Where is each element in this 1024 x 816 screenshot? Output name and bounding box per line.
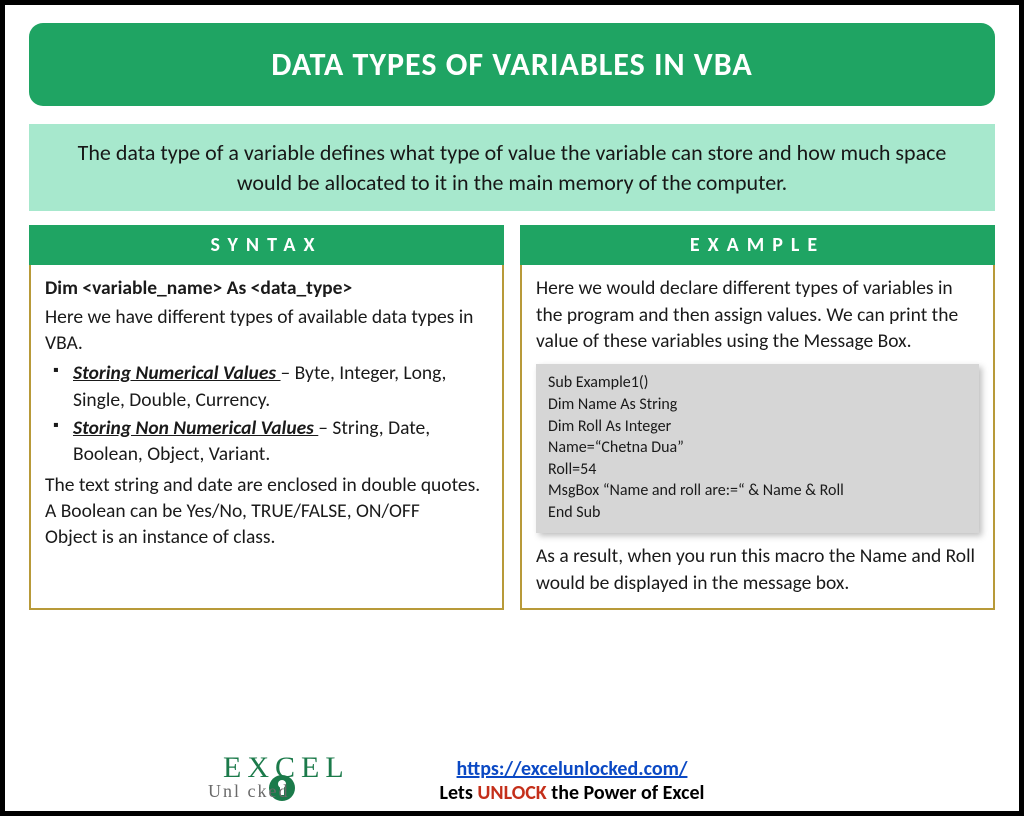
example-outro-text: As a result, when you run this macro the… — [536, 543, 979, 596]
code-line: Sub Example1() — [548, 372, 967, 394]
syntax-column: SYNTAX Dim <variable_name> As <data_type… — [29, 225, 504, 610]
bullet-label: Storing Non Numerical Values — [73, 416, 318, 440]
example-code-block: Sub Example1()Dim Name As StringDim Roll… — [536, 364, 979, 533]
code-line: Roll=54 — [548, 459, 967, 481]
tagline-pre: Lets — [440, 781, 478, 805]
syntax-note-object: Object is an instance of class. — [45, 524, 488, 550]
syntax-note-boolean: A Boolean can be Yes/No, TRUE/FALSE, ON/… — [45, 498, 488, 524]
syntax-note-quotes: The text string and date are enclosed in… — [45, 472, 488, 498]
two-column-layout: SYNTAX Dim <variable_name> As <data_type… — [29, 225, 995, 610]
footer: https://excelunlocked.com/ Lets UNLOCK t… — [5, 757, 1019, 805]
tagline-post: the Power of Excel — [547, 781, 705, 805]
footer-tagline: Lets UNLOCK the Power of Excel — [440, 781, 705, 805]
example-header: EXAMPLE — [520, 225, 995, 265]
syntax-bullet-item: Storing Numerical Values – Byte, Integer… — [51, 360, 488, 413]
example-column: EXAMPLE Here we would declare different … — [520, 225, 995, 610]
syntax-declaration: Dim <variable_name> As <data_type> — [45, 275, 488, 301]
bullet-label: Storing Numerical Values — [73, 361, 281, 385]
code-line: Name=“Chetna Dua” — [548, 437, 967, 459]
syntax-header: SYNTAX — [29, 225, 504, 265]
code-line: MsgBox “Name and roll are:=“ & Name & Ro… — [548, 480, 967, 502]
footer-url-link[interactable]: https://excelunlocked.com/ — [457, 757, 688, 781]
code-line: Dim Roll As Integer — [548, 416, 967, 438]
code-line: End Sub — [548, 502, 967, 524]
page-title: DATA TYPES OF VARIABLES IN VBA — [29, 23, 995, 106]
code-line: Dim Name As String — [548, 394, 967, 416]
document-frame: DATA TYPES OF VARIABLES IN VBA The data … — [0, 0, 1024, 816]
intro-paragraph: The data type of a variable defines what… — [29, 124, 995, 211]
syntax-lead-text: Here we have different types of availabl… — [45, 304, 488, 357]
tagline-unlock: UNLOCK — [477, 781, 546, 805]
syntax-bullet-item: Storing Non Numerical Values – String, D… — [51, 415, 488, 468]
syntax-body: Dim <variable_name> As <data_type> Here … — [29, 265, 504, 610]
example-intro-text: Here we would declare different types of… — [536, 275, 979, 354]
example-body: Here we would declare different types of… — [520, 265, 995, 610]
syntax-bullet-list: Storing Numerical Values – Byte, Integer… — [45, 360, 488, 467]
